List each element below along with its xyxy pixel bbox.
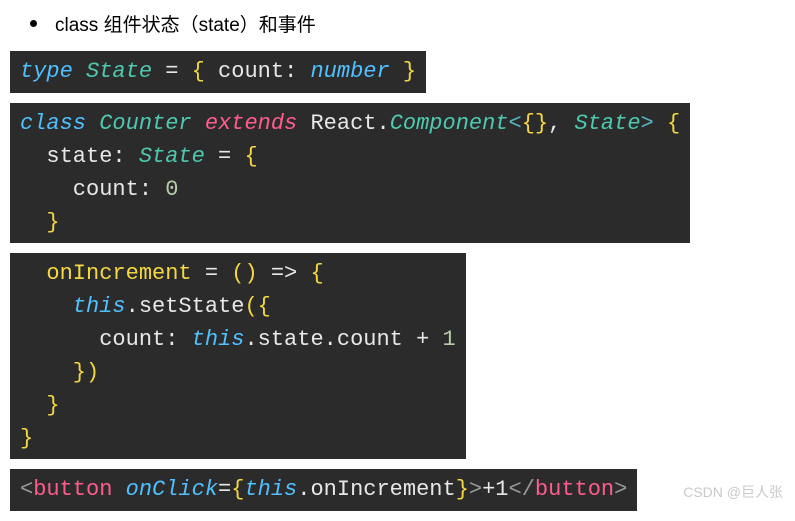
bullet-text: class 组件状态（state）和事件 bbox=[55, 10, 316, 37]
class-counter: Counter bbox=[86, 111, 205, 136]
type-state: State bbox=[86, 59, 152, 84]
type-number: number bbox=[310, 59, 389, 84]
code-block-1: type State = { count: number } bbox=[10, 51, 426, 93]
bullet-line: class 组件状态（state）和事件 bbox=[10, 10, 785, 37]
keyword-type: type bbox=[20, 59, 73, 84]
bullet-dot-icon bbox=[30, 20, 37, 27]
fn-onincrement: onIncrement bbox=[20, 261, 192, 286]
code-block-2: class Counter extends React.Component<{}… bbox=[10, 103, 690, 243]
class-component: Component bbox=[390, 111, 509, 136]
watermark: CSDN @巨人张 bbox=[683, 482, 783, 502]
keyword-class: class bbox=[20, 111, 86, 136]
attr-onclick: onClick bbox=[126, 477, 218, 502]
tag-button-close: button bbox=[535, 477, 614, 502]
keyword-this: this bbox=[20, 294, 126, 319]
code-block-4: <button onClick={this.onIncrement}>+1</b… bbox=[10, 469, 637, 511]
code-block-3: onIncrement = () => { this.setState({ co… bbox=[10, 253, 466, 459]
tag-button-open: button bbox=[33, 477, 112, 502]
keyword-extends: extends bbox=[205, 111, 297, 136]
